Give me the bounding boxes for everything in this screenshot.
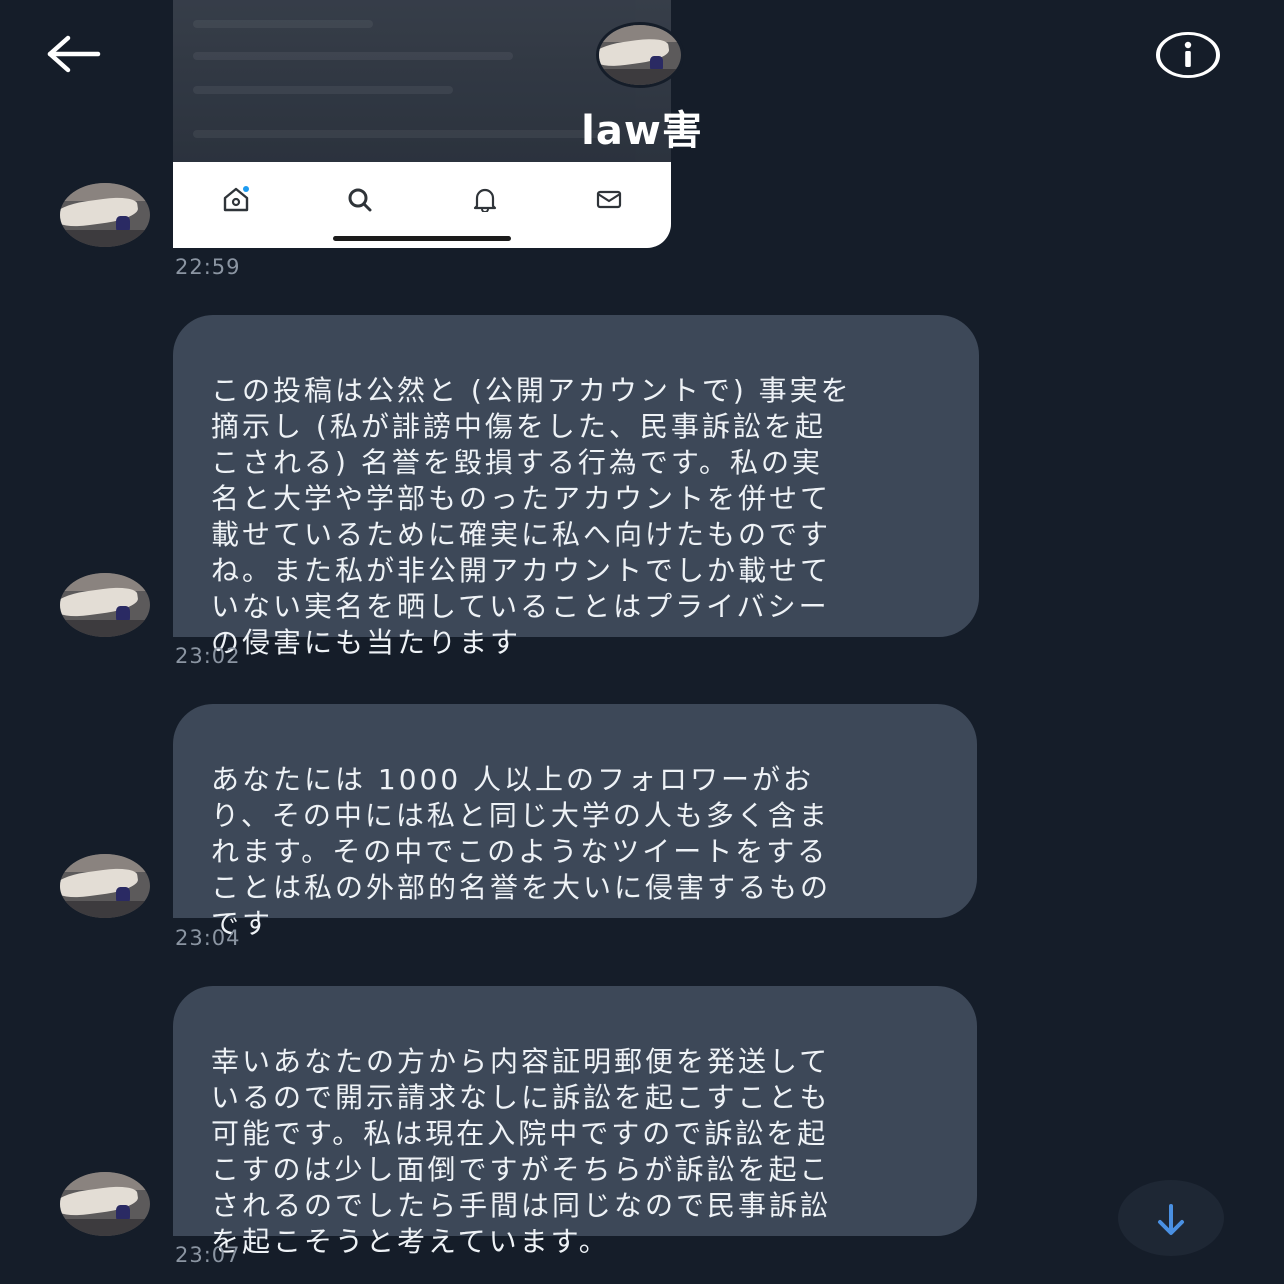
back-button[interactable] <box>42 30 104 80</box>
image-tab-bar <box>173 162 671 248</box>
message-text: あなたには 1000 人以上のフォロワーがお り、その中には私と同じ大学の人も多… <box>211 763 832 940</box>
sender-avatar[interactable] <box>60 183 150 247</box>
bell-icon <box>473 188 497 212</box>
info-icon <box>1156 31 1220 79</box>
message-text: この投稿は公然と (公開アカウントで) 事実を 摘示し (私が誹謗中傷をした、民… <box>211 374 852 659</box>
dm-conversation-screen: law害 22:59 この投稿は公然と (公開アカウントで) 事実を 摘示し (… <box>0 0 1284 1284</box>
home-icon <box>223 186 249 212</box>
info-button[interactable] <box>1154 30 1222 80</box>
message-text: 幸いあなたの方から内容証明郵便を発送して いるので開示請求なしに訴訟を起こすこと… <box>211 1045 832 1258</box>
arrow-down-icon <box>1158 1204 1184 1235</box>
message-bubble[interactable]: 幸いあなたの方から内容証明郵便を発送して いるので開示請求なしに訴訟を起こすこと… <box>173 986 977 1258</box>
sender-avatar[interactable] <box>60 1172 150 1236</box>
home-indicator <box>333 236 511 241</box>
sender-avatar[interactable] <box>60 573 150 637</box>
header-avatar[interactable] <box>596 22 684 88</box>
message-bubble[interactable]: あなたには 1000 人以上のフォロワーがお り、その中には私と同じ大学の人も多… <box>173 704 977 940</box>
message-timestamp: 22:59 <box>175 255 241 279</box>
message-timestamp: 23:02 <box>175 644 241 668</box>
mail-icon <box>596 190 622 209</box>
arrow-left-icon <box>47 35 101 73</box>
scroll-to-bottom-button[interactable] <box>1118 1180 1224 1256</box>
message-bubble[interactable]: この投稿は公然と (公開アカウントで) 事実を 摘示し (私が誹謗中傷をした、民… <box>173 315 979 659</box>
message-timestamp: 23:04 <box>175 926 241 950</box>
conversation-title[interactable]: law害 <box>0 98 1284 156</box>
message-timestamp: 23:07 <box>175 1243 241 1267</box>
search-icon <box>348 188 372 212</box>
sender-avatar[interactable] <box>60 854 150 918</box>
